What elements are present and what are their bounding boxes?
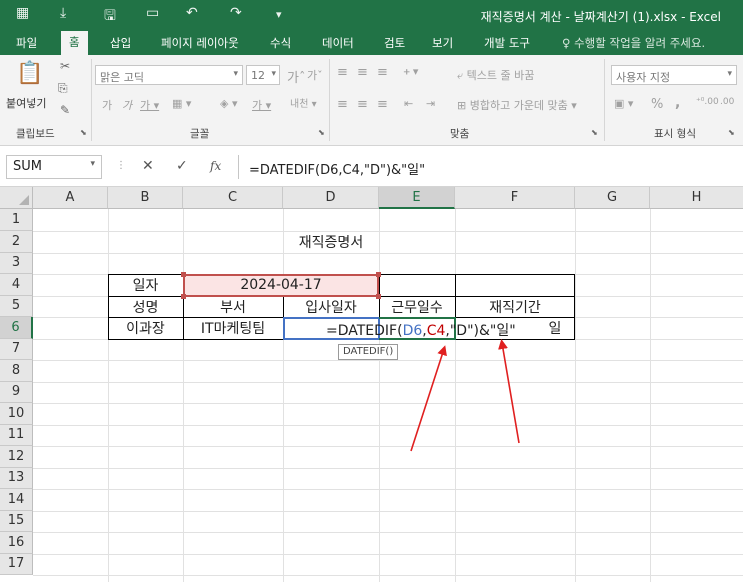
accounting-format-icon[interactable]: ▣ ▾ [614,97,633,110]
tell-me-search[interactable]: ♀ 수행할 작업을 알려 주세요. [562,35,705,51]
tab-insert[interactable]: 삽입 [110,35,131,51]
merge-icon: ⊞ [457,99,470,112]
font-name-value: 맑은 고딕 [100,71,144,84]
font-name-box[interactable]: 맑은 고딕 ▾ [95,65,243,85]
increase-decimal-icon[interactable]: ⁺⁰.00 [696,97,719,107]
align-top-icon[interactable]: ≡ [337,65,348,80]
tab-developer[interactable]: 개발 도구 [484,35,530,51]
clipboard-launcher-icon[interactable]: ⬊ [80,128,87,137]
undo-icon[interactable]: ↶ [186,5,198,21]
lightbulb-icon: ♀ [562,36,575,50]
tab-review[interactable]: 검토 [384,35,405,51]
phonetic-icon[interactable]: 내천 ▾ [290,95,317,110]
name-box-value: SUM [13,159,42,174]
tab-data[interactable]: 데이터 [322,35,354,51]
copy-icon[interactable]: ⎘ [58,81,68,96]
customize-quick-access-icon[interactable]: ▾ [276,8,282,21]
name-box[interactable]: SUM ▾ [6,155,102,179]
formula-bar: SUM ▾ ⋮ ✕ ✓ fx =DATEDIF(D6,C4,"D")&"일" [0,146,743,187]
enter-icon[interactable]: ✓ [176,158,188,174]
wrap-text-button[interactable]: ⤶ 텍스트 줄 바꿈 [457,67,534,83]
autosave-icon[interactable]: ⤓ [60,5,66,21]
align-bottom-icon[interactable]: ≡ [377,65,388,80]
italic-icon[interactable]: 가 [122,97,132,113]
alignment-group-label: 맞춤 [450,128,470,140]
merge-center-button[interactable]: ⊞ 병합하고 가운데 맞춤 ▾ [457,97,577,113]
clipboard-group-label: 클립보드 [16,128,55,140]
arrow-to-c4-ref [410,345,447,452]
arrow-to-suffix [498,339,520,444]
number-format-value: 사용자 지정 [616,71,671,84]
chevron-down-icon: ▾ [90,159,95,169]
wrap-text-label: 텍스트 줄 바꿈 [466,69,535,82]
decrease-indent-icon[interactable]: ⇤ [404,97,413,110]
underline-icon[interactable]: 가 ▾ [140,97,159,113]
percent-style-button[interactable]: % [651,97,663,112]
font-group-label: 글꼴 [190,128,210,140]
orientation-icon[interactable]: ᚐ ▾ [404,65,418,78]
tab-page-layout[interactable]: 페이지 레이아웃 [161,35,239,51]
excel-icon[interactable]: ▦ [16,5,29,21]
align-middle-icon[interactable]: ≡ [357,65,368,80]
wrap-text-icon: ⤶ [457,69,467,82]
comma-style-button[interactable]: , [675,95,680,111]
chevron-down-icon: ▾ [567,99,577,112]
cut-icon[interactable]: ✂ [60,59,70,73]
ribbon-separator [329,59,330,141]
window-title: 재직증명서 계산 - 날짜계산기 (1).xlsx - Excel [480,10,721,24]
formula-input[interactable]: =DATEDIF(D6,C4,"D")&"일" [238,155,743,179]
more-options-icon: ⋮ [116,160,126,171]
border-icon[interactable]: ▦ ▾ [172,97,191,110]
align-right-icon[interactable]: ≡ [377,97,388,112]
save-icon[interactable]: 🖫 [104,5,116,29]
paste-button[interactable]: 붙여넣기 [6,95,46,111]
ribbon-tabs: 파일 홈 삽입 페이지 레이아웃 수식 데이터 검토 보기 개발 도구 ♀ 수행… [0,31,743,55]
insert-function-icon[interactable]: fx [210,159,221,173]
worksheet-grid[interactable]: A B C D E F G H 1 2 3 4 5 6 7 8 9 10 11 … [0,187,743,582]
paste-icon[interactable]: 📋 [16,61,43,86]
tab-view[interactable]: 보기 [432,35,453,51]
tab-formulas[interactable]: 수식 [270,35,291,51]
format-painter-icon[interactable]: ✎ [60,103,70,117]
tell-me-text: 수행할 작업을 알려 주세요. [574,36,706,50]
tab-home[interactable]: 홈 [61,31,88,55]
chevron-down-icon: ▾ [271,69,276,79]
decrease-font-icon[interactable]: 가ˇ [307,67,323,83]
font-size-box[interactable]: 12 ▾ [246,65,280,85]
redo-icon[interactable]: ↷ [230,5,242,21]
print-preview-icon[interactable]: ▭ [146,5,159,21]
increase-font-icon[interactable]: 가ˆ [287,67,305,86]
number-format-box[interactable]: 사용자 지정 ▾ [611,65,737,85]
ribbon-separator [91,59,92,141]
ribbon-separator [604,59,605,141]
alignment-launcher-icon[interactable]: ⬊ [591,128,598,137]
annotation-arrows [410,339,520,452]
bold-icon[interactable]: 가 [102,97,112,113]
chevron-down-icon: ▾ [233,69,238,79]
font-launcher-icon[interactable]: ⬊ [318,128,325,137]
ribbon-home: 📋 붙여넣기 ✂ ⎘ ✎ 클립보드 ⬊ 맑은 고딕 ▾ 12 ▾ 가ˆ 가ˇ 가 가… [0,55,743,146]
align-center-icon[interactable]: ≡ [357,97,368,112]
font-color-icon[interactable]: 가 ▾ [252,97,271,113]
font-size-value: 12 [251,69,265,82]
cancel-icon[interactable]: ✕ [142,158,154,174]
fill-color-icon[interactable]: ◈ ▾ [220,97,237,110]
title-bar: ▦ ⤓ 🖫 ▭ ↶ ↷ ▾ 재직증명서 계산 - 날짜계산기 (1).xlsx … [0,0,743,31]
number-launcher-icon[interactable]: ⬊ [728,128,735,137]
increase-indent-icon[interactable]: ⇥ [426,97,435,110]
align-left-icon[interactable]: ≡ [337,97,348,112]
merge-center-label: 병합하고 가운데 맞춤 [469,99,568,112]
decrease-decimal-icon[interactable]: .00 [720,97,734,107]
chevron-down-icon: ▾ [727,69,732,79]
tab-file[interactable]: 파일 [16,35,37,51]
number-group-label: 표시 형식 [654,128,696,140]
